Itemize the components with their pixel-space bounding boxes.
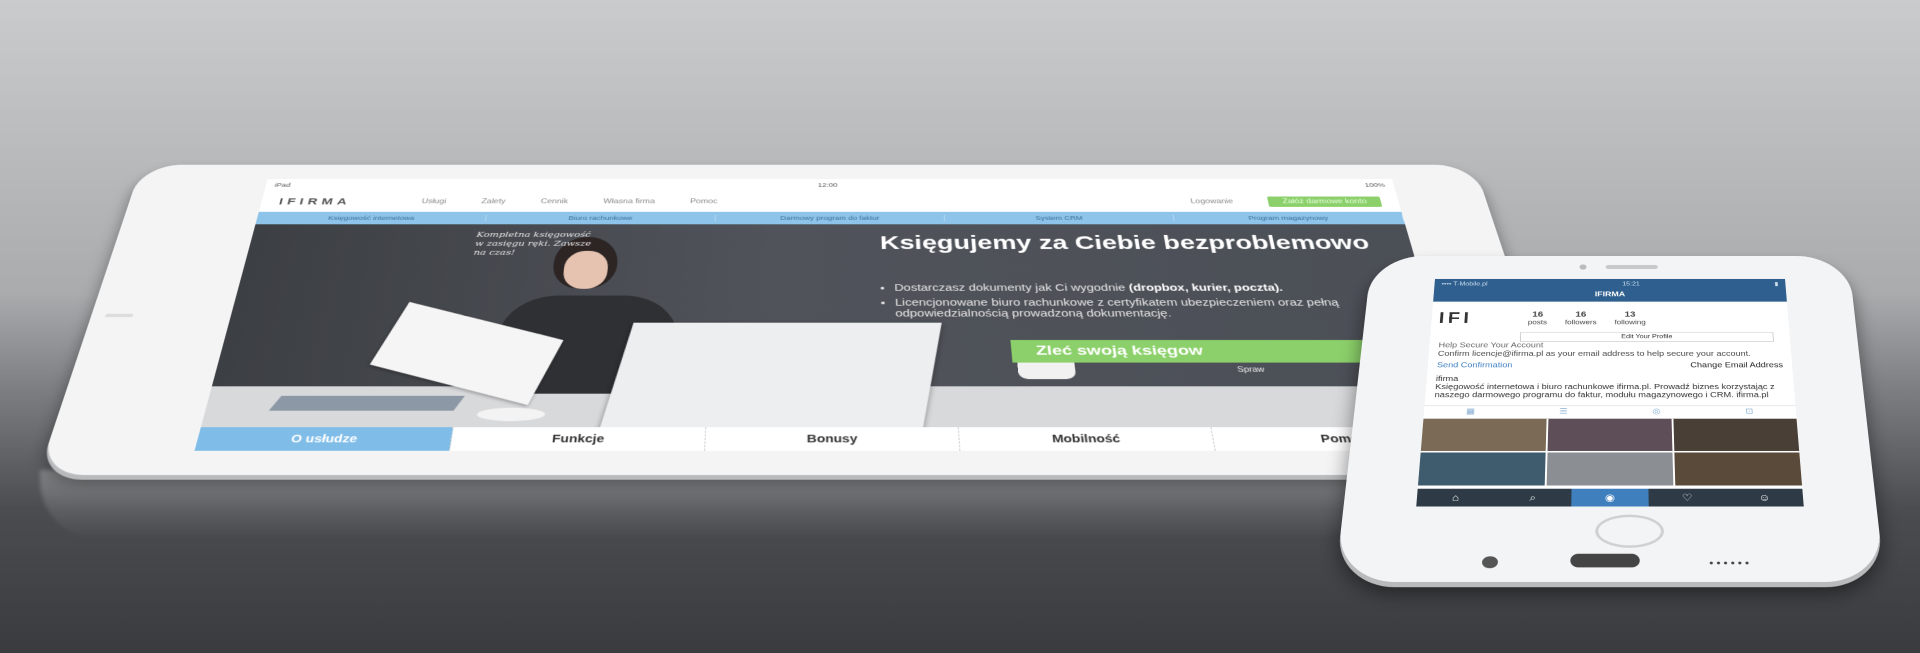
photo-grid [1417, 418, 1803, 486]
phone-screen: •••• T-Mobile.pl 15:21 ▮ IFIRMA IFI 16 po… [1416, 278, 1804, 507]
photo-tile[interactable] [1674, 452, 1803, 486]
secure-actions: Send Confirmation Change Email Address [1428, 362, 1793, 370]
photo-tile[interactable] [1546, 452, 1674, 486]
profile-bio: ifirma Księgowość internetowa i biuro ra… [1425, 369, 1796, 405]
secure-text: Confirm licencje@ifirma.pl as your email… [1437, 350, 1751, 358]
speaker-grill: •••••• [1708, 557, 1753, 570]
hero-banner: Kompletna księgowość w zasięgu ręki. Zaw… [200, 224, 1465, 428]
nav-item-firma[interactable]: Własna firma [603, 198, 655, 205]
bio-text: Księgowość internetowa i biuro rachunkow… [1434, 383, 1775, 400]
edit-profile-button[interactable]: Edit Your Profile [1519, 331, 1774, 342]
photo-tile[interactable] [1547, 418, 1673, 451]
feature-tabs: O usłudze Funkcje Bonusy Mobilność Pomo [194, 427, 1471, 451]
site-logo[interactable]: IFIRMA [278, 196, 352, 206]
table-reflection [40, 470, 1370, 540]
change-email-link[interactable]: Change Email Address [1690, 362, 1783, 370]
signup-button[interactable]: Załóż darmowe konto [1267, 196, 1383, 207]
login-link[interactable]: Logowanie [1190, 198, 1234, 205]
tablet-status-bar: iPad 12:00 100% [264, 179, 1395, 191]
view-toggle-bar: ▦ ☰ ◎ ⊡ [1423, 405, 1797, 419]
sub-nav: Księgowość internetowa Biuro rachunkowe … [255, 211, 1406, 225]
handwritten-note: Kompletna księgowość w zasięgu ręki. Zaw… [473, 230, 592, 257]
tab-funkcje[interactable]: Funkcje [449, 427, 707, 451]
headphone-jack [1481, 556, 1499, 569]
list-view-icon[interactable]: ☰ [1517, 406, 1610, 418]
earpiece-speaker [1605, 265, 1658, 269]
nav-item-cennik[interactable]: Cennik [540, 198, 568, 205]
stat-following[interactable]: 13 following [1614, 311, 1645, 326]
profile-avatar[interactable]: IFI [1438, 309, 1510, 327]
status-battery: 100% [1363, 181, 1386, 189]
home-button[interactable] [1595, 514, 1665, 548]
phone-carrier: •••• T-Mobile.pl [1441, 280, 1488, 287]
tablet-device: iPad 12:00 100% IFIRMA Usługi Zalety Cen… [38, 164, 1578, 475]
tab-bonusy[interactable]: Bonusy [705, 427, 961, 451]
app-header: IFIRMA [1433, 288, 1787, 302]
subnav-item[interactable]: Księgowość internetowa [256, 214, 487, 222]
nav-item-uslugi[interactable]: Usługi [421, 198, 447, 205]
stat-posts[interactable]: 16 posts [1528, 311, 1548, 326]
tagged-icon[interactable]: ⊡ [1703, 406, 1797, 418]
nav-item-pomoc[interactable]: Pomoc [690, 198, 718, 205]
subnav-item[interactable]: Biuro rachunkowe [485, 214, 716, 222]
hero-small-link[interactable]: Spraw [1237, 366, 1266, 374]
tab-mobilnosc[interactable]: Mobilność [958, 427, 1216, 451]
hero-bullet: Dostarczasz dokumenty jak Ci wygodnie (d… [894, 282, 1410, 293]
phone-device: •••• T-Mobile.pl 15:21 ▮ IFIRMA IFI 16 po… [1335, 255, 1885, 582]
photo-tile[interactable] [1417, 452, 1546, 486]
keyboard-photo [268, 395, 465, 411]
search-icon[interactable]: ⌕ [1494, 489, 1572, 507]
subnav-item[interactable]: Program magazynowy [1173, 214, 1405, 222]
secure-title: Help Secure Your Account [1438, 341, 1544, 350]
tablet-screen: iPad 12:00 100% IFIRMA Usługi Zalety Cen… [194, 179, 1471, 451]
photo-tile[interactable] [1420, 418, 1547, 451]
site-nav: IFIRMA Usługi Zalety Cennik Własna firma… [259, 191, 1402, 212]
phone-status-bar: •••• T-Mobile.pl 15:21 ▮ [1434, 278, 1786, 289]
profile-row: IFI 16 posts 16 followers 13 following [1430, 302, 1789, 335]
hero-title: Księgujemy za Ciebie bezproblemowo [879, 232, 1372, 254]
phone-battery: ▮ [1774, 280, 1779, 287]
grid-view-icon[interactable]: ▦ [1424, 406, 1518, 418]
subnav-item[interactable]: Darmowy program do faktur [715, 214, 946, 222]
subnav-item[interactable]: System CRM [944, 214, 1175, 222]
location-icon[interactable]: ◎ [1610, 406, 1703, 418]
laptop-photo [598, 322, 942, 428]
status-time: 12:00 [817, 181, 838, 189]
hero-bullets: Dostarczasz dokumenty jak Ci wygodnie (d… [881, 282, 1418, 322]
phone-time: 15:21 [1622, 280, 1640, 287]
lightning-port [1570, 553, 1640, 568]
nav-item-zalety[interactable]: Zalety [481, 198, 506, 205]
app-tab-bar: ⌂ ⌕ ◉ ♡ ☺ [1416, 488, 1804, 507]
status-carrier: iPad [273, 181, 292, 189]
tablet-side-button [104, 313, 134, 318]
stat-followers[interactable]: 16 followers [1565, 311, 1597, 326]
hero-bullet: Licencjonowane biuro rachunkowe z certyf… [895, 297, 1418, 319]
home-icon[interactable]: ⌂ [1416, 489, 1494, 507]
camera-icon[interactable]: ◉ [1571, 488, 1649, 507]
tab-o-usludze[interactable]: O usłudze [194, 427, 454, 451]
profile-icon[interactable]: ☺ [1725, 489, 1803, 507]
send-confirmation-link[interactable]: Send Confirmation [1437, 362, 1513, 370]
activity-icon[interactable]: ♡ [1648, 489, 1726, 507]
photo-tile[interactable] [1673, 418, 1800, 451]
front-camera [1579, 264, 1587, 270]
bio-name: ifirma [1435, 375, 1459, 384]
